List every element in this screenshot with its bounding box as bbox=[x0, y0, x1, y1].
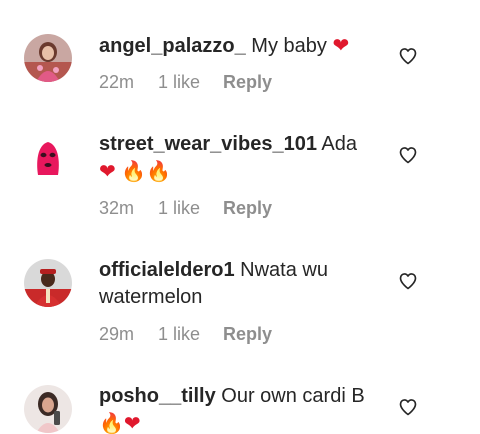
comment-likes[interactable]: 1 like bbox=[158, 72, 218, 93]
reply-button[interactable]: Reply bbox=[223, 198, 272, 219]
heart-emoji: ❤ bbox=[99, 159, 116, 183]
avatar[interactable] bbox=[24, 133, 72, 181]
avatar[interactable] bbox=[24, 259, 72, 307]
comment-time: 22m bbox=[99, 72, 135, 92]
heart-emoji: ❤ bbox=[123, 411, 141, 434]
comment-username[interactable]: angel_palazzo_ bbox=[99, 35, 246, 57]
comment-username[interactable]: officialeldero1 bbox=[99, 259, 235, 281]
heart-outline-icon[interactable] bbox=[398, 145, 418, 165]
comment-text: Ada bbox=[321, 133, 357, 155]
comment-likes[interactable]: 1 like bbox=[158, 324, 218, 345]
comment-time: 29m bbox=[99, 324, 135, 344]
heart-outline-icon[interactable] bbox=[398, 397, 418, 417]
reply-button[interactable]: Reply bbox=[223, 72, 272, 93]
comment-meta: 29m 1 like Reply bbox=[99, 324, 272, 345]
comment-meta: 32m 1 like Reply bbox=[99, 198, 272, 219]
comment-text: My baby bbox=[251, 35, 327, 57]
comment-body: posho__tilly Our own cardi B 🔥❤ bbox=[99, 383, 394, 434]
avatar[interactable] bbox=[24, 34, 72, 82]
fire-emoji: 🔥 bbox=[99, 411, 124, 434]
reply-button[interactable]: Reply bbox=[223, 324, 272, 345]
comment-meta: 22m 1 like Reply bbox=[99, 72, 272, 93]
heart-outline-icon[interactable] bbox=[398, 271, 418, 291]
comment-username[interactable]: posho__tilly bbox=[99, 385, 216, 407]
avatar[interactable] bbox=[24, 385, 72, 433]
comment-time: 32m bbox=[99, 198, 135, 218]
comment-body: angel_palazzo_ My baby ❤ bbox=[99, 32, 394, 60]
comment-body: officialeldero1 Nwata wu watermelon bbox=[99, 257, 394, 311]
fire-emoji: 🔥🔥 bbox=[121, 159, 172, 183]
comment-body: street_wear_vibes_101 Ada ❤ 🔥🔥 bbox=[99, 131, 394, 186]
comment-likes[interactable]: 1 like bbox=[158, 198, 218, 219]
heart-emoji: ❤ bbox=[332, 33, 350, 57]
comment-username[interactable]: street_wear_vibes_101 bbox=[99, 133, 317, 155]
heart-outline-icon[interactable] bbox=[398, 46, 418, 66]
comment-text: Our own cardi B bbox=[221, 385, 365, 407]
